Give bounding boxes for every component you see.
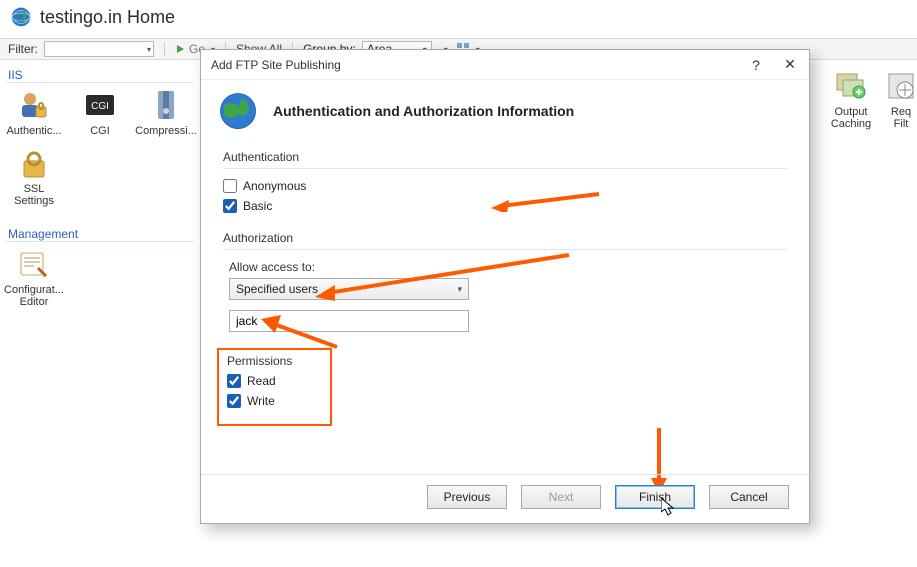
compression-icon [150,89,182,121]
basic-label: Basic [243,199,272,213]
write-label: Write [247,394,275,408]
anonymous-checkbox-row[interactable]: Anonymous [223,179,787,193]
cursor-icon [661,498,677,518]
launcher-output-caching[interactable]: Output Caching [827,70,875,130]
launcher-label: Compressi... [135,125,197,137]
page-title: testingo.in Home [40,7,175,28]
cgi-icon: CGI [84,89,116,121]
write-checkbox[interactable] [227,394,241,408]
allow-access-value: Specified users [236,282,318,296]
close-button[interactable]: ✕ [781,56,799,73]
help-button[interactable]: ? [747,57,765,73]
launcher-config-editor[interactable]: Configurat... Editor [6,248,62,308]
dialog-body: Authentication Anonymous Basic Authoriza… [201,150,809,428]
chevron-down-icon: ▾ [457,284,462,295]
read-checkbox-row[interactable]: Read [227,374,322,388]
authorization-section: Authorization Allow access to: Specified… [223,231,787,332]
page-titlebar: testingo.in Home [0,0,917,38]
read-label: Read [247,374,276,388]
launcher-label: SSL Settings [6,183,62,207]
launcher-request-filtering[interactable]: Req Filt [885,70,917,130]
perm-section-title: Permissions [227,354,322,368]
dialog-button-row: Previous Next Finish Cancel [201,474,809,523]
permissions-section: Permissions Read Write [223,350,787,428]
users-input[interactable] [229,310,469,332]
management-group-header: Management [6,223,194,242]
anonymous-checkbox[interactable] [223,179,237,193]
request-filter-icon [885,70,917,102]
allow-access-dropdown[interactable]: Specified users ▾ [229,278,469,300]
auth-section-title: Authentication [223,150,787,164]
allow-access-label: Allow access to: [229,260,787,274]
chevron-down-icon: ▾ [147,45,151,54]
launcher-label: Configurat... Editor [4,284,64,308]
permissions-highlight-box: Permissions Read Write [217,348,332,426]
iis-group-header: IIS [6,64,194,83]
svg-text:CGI: CGI [91,101,109,112]
user-lock-icon [18,89,50,121]
launcher-label: Authentic... [6,125,61,137]
launcher-label: Req Filt [891,106,911,130]
iis-icon-grid: Authentic... CGI CGI Compressi... [6,89,194,137]
next-button: Next [521,485,601,509]
launcher-authentication[interactable]: Authentic... [6,89,62,137]
basic-checkbox[interactable] [223,199,237,213]
filter-combo[interactable]: ▾ [44,41,154,57]
authentication-section: Authentication Anonymous Basic [223,150,787,213]
ftp-publishing-dialog: Add FTP Site Publishing ? ✕ Authenticati… [200,49,810,524]
right-strip: Output Caching Req Filt [827,70,917,130]
dialog-header: Authentication and Authorization Informa… [201,80,809,150]
write-checkbox-row[interactable]: Write [227,394,322,408]
site-globe-icon [10,6,32,28]
launcher-cgi[interactable]: CGI CGI [72,89,128,137]
go-arrow-icon [175,43,187,55]
output-cache-icon [835,70,867,102]
previous-button[interactable]: Previous [427,485,507,509]
cancel-button[interactable]: Cancel [709,485,789,509]
launcher-compression[interactable]: Compressi... [138,89,194,137]
globe-large-icon [217,90,259,132]
basic-checkbox-row[interactable]: Basic [223,199,787,213]
authz-section-title: Authorization [223,231,787,245]
dialog-heading: Authentication and Authorization Informa… [273,103,574,119]
separator [164,42,165,56]
dialog-titlebar: Add FTP Site Publishing ? ✕ [201,50,809,80]
dialog-title: Add FTP Site Publishing [211,58,341,72]
finish-button[interactable]: Finish [615,485,695,509]
management-icon-grid: Configurat... Editor [6,248,194,308]
config-editor-icon [18,248,50,280]
launcher-label: Output Caching [831,106,871,130]
launcher-ssl-settings[interactable]: SSL Settings [6,147,62,207]
anonymous-label: Anonymous [243,179,306,193]
left-icon-column: IIS Authentic... CGI CGI Compressi... SS… [0,60,200,565]
iis-icon-grid-2: SSL Settings [6,147,194,207]
launcher-label: CGI [90,125,110,137]
read-checkbox[interactable] [227,374,241,388]
filter-label: Filter: [8,42,38,56]
lock-icon [18,147,50,179]
